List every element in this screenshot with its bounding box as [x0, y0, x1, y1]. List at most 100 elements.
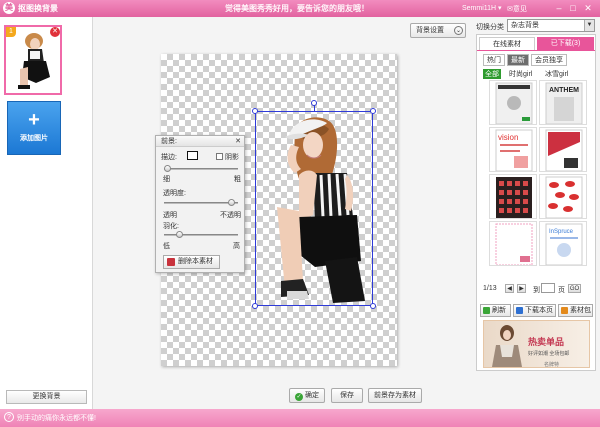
material-thumbnail[interactable]: [539, 174, 587, 219]
material-thumbnail[interactable]: InSpruce: [539, 221, 587, 266]
add-image-button[interactable]: + 添加图片: [7, 101, 61, 155]
prev-page-button[interactable]: ◀: [505, 284, 514, 293]
image-list-panel: 1 ✕ + 添加图片 更换背景: [0, 17, 93, 409]
trash-icon: [167, 258, 175, 266]
save-as-material-button[interactable]: 前景存为素材: [368, 388, 422, 403]
download-page-button[interactable]: 下载本页: [513, 304, 556, 317]
material-pack-label: 素材包: [570, 307, 591, 314]
ad-banner[interactable]: 热卖单品 好评如潮 全场包邮 名牌特: [483, 320, 590, 368]
go-button[interactable]: GO: [568, 284, 581, 293]
user-account[interactable]: Semmi11H ▾: [462, 4, 502, 12]
filter-fashion-girl[interactable]: 时尚girl: [509, 69, 532, 79]
page-indicator: 1/13: [483, 285, 497, 292]
refresh-label: 刷新: [492, 307, 506, 314]
subtab-newest[interactable]: 最新: [507, 54, 529, 66]
background-settings-dropdown[interactable]: 背景设置 ⌄: [410, 23, 466, 38]
save-button[interactable]: 保存: [331, 388, 363, 403]
confirm-label: 确定: [305, 392, 319, 399]
magazine-cover-image: [495, 82, 533, 124]
filter-ice-girl[interactable]: 冰雪girl: [545, 69, 568, 79]
magazine-title: vision: [498, 133, 518, 142]
ad-subtitle-2: 名牌特: [544, 362, 560, 368]
selection-box[interactable]: [255, 111, 373, 306]
close-icon[interactable]: ✕: [235, 136, 241, 147]
change-background-button[interactable]: 更换背景: [6, 390, 87, 404]
next-page-button[interactable]: ▶: [517, 284, 526, 293]
edge-min-label: 细: [163, 176, 170, 183]
status-text[interactable]: 别手动的痛你永远都不懂!: [17, 413, 96, 423]
status-bar: ? 别手动的痛你永远都不懂!: [0, 409, 600, 427]
refresh-icon: [483, 307, 490, 314]
maximize-button[interactable]: □: [567, 2, 579, 14]
chevron-down-icon: ▼: [584, 20, 594, 31]
subtab-hot[interactable]: 热门: [483, 54, 505, 66]
material-pack-button[interactable]: 素材包: [558, 304, 593, 317]
resize-handle-top-right[interactable]: [370, 108, 376, 114]
magazine-cover-image: InSpruce: [545, 223, 583, 265]
foreground-panel-header[interactable]: 前景: ✕: [156, 136, 244, 147]
delete-material-button[interactable]: 删除本素材: [163, 255, 220, 269]
material-thumbnail[interactable]: vision: [489, 127, 537, 172]
feather-slider-track[interactable]: [164, 234, 238, 236]
tab-downloaded[interactable]: 已下载(3): [537, 37, 594, 50]
feather-slider-knob[interactable]: [176, 231, 184, 238]
shadow-checkbox[interactable]: [216, 153, 223, 160]
opacity-max-label: 不透明: [220, 212, 241, 219]
material-thumbnail[interactable]: ANTHEM: [539, 80, 587, 125]
edge-slider-knob[interactable]: [163, 165, 171, 172]
tab-online-materials[interactable]: 在线素材: [479, 37, 535, 50]
tab-online-materials-label: 在线素材: [493, 41, 521, 48]
opacity-min-label: 透明: [163, 212, 177, 219]
tab-divider: [477, 50, 595, 51]
close-button[interactable]: ✕: [582, 2, 594, 14]
shadow-label: 阴影: [225, 154, 239, 161]
image-thumbnail[interactable]: 1 ✕: [4, 25, 62, 95]
magazine-cover-image: vision: [495, 129, 533, 171]
feather-label: 羽化:: [163, 223, 179, 230]
opacity-label: 透明度:: [163, 190, 186, 197]
feedback-link[interactable]: ✉意见: [507, 4, 527, 14]
delete-image-icon[interactable]: ✕: [50, 27, 60, 37]
opacity-slider-knob[interactable]: [228, 199, 236, 206]
resize-handle-bottom-right[interactable]: [370, 303, 376, 309]
background-settings-label: 背景设置: [416, 27, 444, 34]
subtab-vip-label: 会员独享: [535, 57, 563, 64]
rotate-handle-line: [314, 105, 315, 111]
material-thumbnail[interactable]: [489, 80, 537, 125]
category-select-value: 杂志背景: [511, 22, 539, 29]
material-thumbnail[interactable]: [489, 221, 537, 266]
switch-category-label: 切换分类: [476, 24, 504, 31]
edge-color-swatch[interactable]: [187, 151, 198, 160]
subtab-newest-label: 最新: [511, 57, 525, 64]
ad-title: 热卖单品: [528, 337, 565, 347]
feather-min-label: 低: [163, 243, 170, 250]
ad-model-image: [492, 325, 522, 367]
opacity-slider-track[interactable]: [164, 202, 238, 204]
confirm-button[interactable]: ✓ 确定: [289, 388, 325, 403]
feather-max-label: 高: [233, 243, 240, 250]
app-logo-icon: 美: [3, 2, 15, 14]
magazine-title: ANTHEM: [549, 87, 579, 94]
save-as-material-label: 前景存为素材: [374, 392, 416, 399]
category-select[interactable]: 杂志背景 ▼: [507, 19, 595, 32]
magazine-cover-image: [495, 223, 533, 265]
material-thumbnail[interactable]: [539, 127, 587, 172]
minimize-button[interactable]: –: [553, 2, 565, 14]
help-icon[interactable]: ?: [4, 412, 14, 422]
edge-label: 描边:: [161, 154, 177, 161]
resize-handle-top-left[interactable]: [252, 108, 258, 114]
change-background-label: 更换背景: [32, 393, 61, 400]
filter-all[interactable]: 全部: [483, 69, 501, 79]
edge-max-label: 粗: [234, 176, 241, 183]
refresh-button[interactable]: 刷新: [480, 304, 511, 317]
subtab-vip[interactable]: 会员独享: [531, 54, 567, 66]
material-thumbnail[interactable]: [489, 174, 537, 219]
edge-slider-track[interactable]: [164, 168, 238, 170]
promo-marquee[interactable]: 觉得美图秀秀好用，要告诉您的朋友哦！: [225, 3, 369, 14]
page-number-input[interactable]: [541, 283, 555, 293]
magazine-cover-image: [496, 177, 532, 218]
download-icon: [516, 307, 523, 314]
thumbnail-photo: [6, 27, 60, 93]
resize-handle-bottom-left[interactable]: [252, 303, 258, 309]
plus-icon: +: [28, 109, 40, 131]
